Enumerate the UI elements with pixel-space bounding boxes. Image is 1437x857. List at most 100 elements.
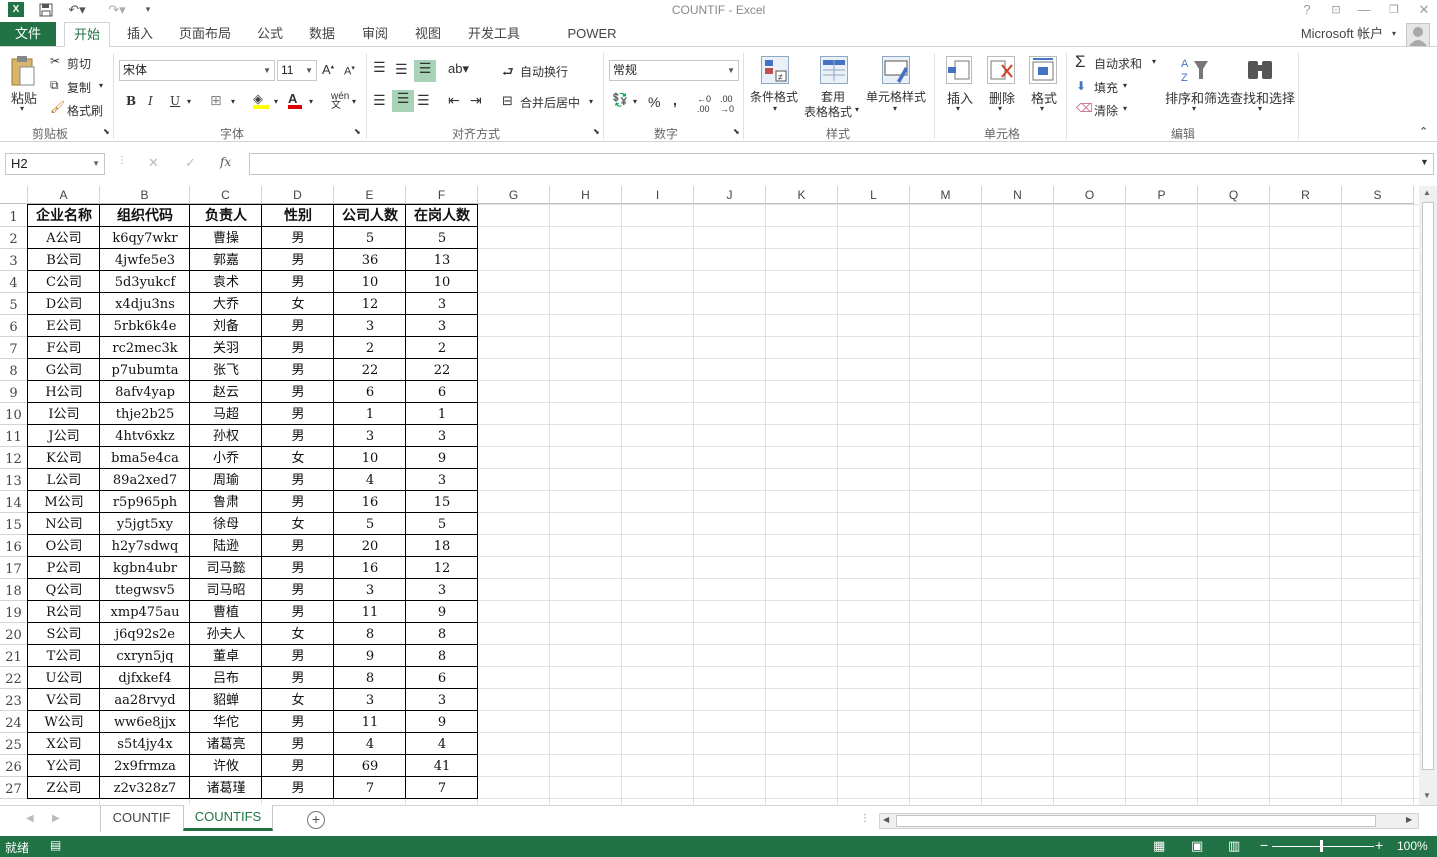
- border-icon[interactable]: ⊞: [210, 92, 222, 109]
- underline-dropdown-icon[interactable]: ▾: [187, 97, 191, 106]
- table-cell[interactable]: thje2b25: [100, 403, 190, 425]
- decrease-decimal-icon[interactable]: .00 →0: [720, 94, 734, 114]
- grow-font-icon[interactable]: A▴: [322, 62, 334, 77]
- row-header[interactable]: 20: [0, 623, 28, 645]
- find-select-icon[interactable]: [1245, 55, 1275, 85]
- autosum-dropdown-icon[interactable]: ▾: [1152, 57, 1156, 66]
- underline-button[interactable]: U: [170, 94, 180, 108]
- table-cell[interactable]: 张飞: [190, 359, 262, 381]
- font-color-icon[interactable]: A: [288, 91, 302, 109]
- horizontal-scrollbar[interactable]: ◀ ▶: [879, 813, 1419, 829]
- table-cell[interactable]: 男: [262, 381, 334, 403]
- table-cell[interactable]: h2y7sdwq: [100, 535, 190, 557]
- table-cell[interactable]: 7: [334, 777, 406, 799]
- table-header-cell[interactable]: 负责人: [190, 205, 262, 227]
- next-sheet-icon[interactable]: ▶: [52, 813, 60, 824]
- column-header[interactable]: F: [406, 186, 478, 204]
- table-cell[interactable]: R公司: [28, 601, 100, 623]
- table-cell[interactable]: 4: [334, 469, 406, 491]
- table-cell[interactable]: 4jwfe5e3: [100, 249, 190, 271]
- clipboard-launcher-icon[interactable]: ⬊: [103, 127, 110, 136]
- table-cell[interactable]: 5d3yukcf: [100, 271, 190, 293]
- find-dropdown-icon[interactable]: ▾: [1258, 104, 1262, 113]
- table-cell[interactable]: 9: [406, 711, 478, 733]
- table-header-cell[interactable]: 性别: [262, 205, 334, 227]
- autosum-icon[interactable]: Σ: [1075, 52, 1086, 72]
- format-table-button-line2[interactable]: 表格格式: [804, 103, 852, 120]
- table-cell[interactable]: 男: [262, 227, 334, 249]
- conditional-format-icon[interactable]: ≠: [761, 56, 789, 84]
- row-header[interactable]: 6: [0, 315, 28, 337]
- currency-icon[interactable]: 💱: [612, 92, 628, 108]
- table-cell[interactable]: M公司: [28, 491, 100, 513]
- decrease-indent-icon[interactable]: ⇤: [448, 92, 460, 109]
- table-cell[interactable]: P公司: [28, 557, 100, 579]
- table-cell[interactable]: 男: [262, 425, 334, 447]
- zoom-slider[interactable]: [1272, 840, 1374, 852]
- table-cell[interactable]: 女: [262, 513, 334, 535]
- column-header[interactable]: S: [1342, 186, 1414, 204]
- align-bottom-icon[interactable]: ☰: [414, 60, 436, 82]
- macro-record-icon[interactable]: ▤: [50, 838, 61, 852]
- table-cell[interactable]: 5: [406, 227, 478, 249]
- tab-developer[interactable]: 开发工具: [466, 22, 522, 46]
- autosum-button[interactable]: 自动求和: [1094, 55, 1142, 72]
- table-cell[interactable]: ww6e8jjx: [100, 711, 190, 733]
- table-cell[interactable]: B公司: [28, 249, 100, 271]
- table-cell[interactable]: p7ubumta: [100, 359, 190, 381]
- table-cell[interactable]: 4: [406, 733, 478, 755]
- cell-styles-button[interactable]: 单元格样式: [866, 88, 926, 105]
- scroll-up-icon[interactable]: ▲: [1423, 188, 1431, 197]
- tab-formulas[interactable]: 公式: [254, 22, 286, 46]
- column-header[interactable]: P: [1126, 186, 1198, 204]
- table-cell[interactable]: 曹操: [190, 227, 262, 249]
- column-header[interactable]: D: [262, 186, 334, 204]
- help-button[interactable]: ?: [1300, 2, 1314, 17]
- select-all-corner[interactable]: [0, 186, 28, 204]
- column-header[interactable]: L: [838, 186, 910, 204]
- align-top-icon[interactable]: ☰: [373, 59, 386, 76]
- fill-dropdown-icon[interactable]: ▾: [1123, 81, 1127, 90]
- table-cell[interactable]: 7: [406, 777, 478, 799]
- table-cell[interactable]: 3: [406, 293, 478, 315]
- table-cell[interactable]: 小乔: [190, 447, 262, 469]
- table-cell[interactable]: cxryn5jq: [100, 645, 190, 667]
- table-header-cell[interactable]: 公司人数: [334, 205, 406, 227]
- table-header-cell[interactable]: 组织代码: [100, 205, 190, 227]
- align-left-icon[interactable]: ☰: [373, 92, 386, 109]
- clear-icon[interactable]: ⌫: [1076, 101, 1093, 115]
- fill-color-dropdown-icon[interactable]: ▾: [274, 97, 278, 106]
- percent-button[interactable]: %: [648, 94, 660, 110]
- table-cell[interactable]: 22: [334, 359, 406, 381]
- table-cell[interactable]: 女: [262, 623, 334, 645]
- table-cell[interactable]: 男: [262, 469, 334, 491]
- insert-dropdown-icon[interactable]: ▾: [956, 104, 960, 113]
- row-header[interactable]: 16: [0, 535, 28, 557]
- merge-center-button[interactable]: 合并后居中: [520, 94, 580, 111]
- table-cell[interactable]: 鲁肃: [190, 491, 262, 513]
- table-cell[interactable]: 司马昭: [190, 579, 262, 601]
- table-cell[interactable]: O公司: [28, 535, 100, 557]
- table-cell[interactable]: 2x9frmza: [100, 755, 190, 777]
- column-header[interactable]: N: [982, 186, 1054, 204]
- table-cell[interactable]: 男: [262, 667, 334, 689]
- row-header[interactable]: 27: [0, 777, 28, 799]
- table-cell[interactable]: 男: [262, 337, 334, 359]
- table-cell[interactable]: 诸葛亮: [190, 733, 262, 755]
- table-cell[interactable]: djfxkef4: [100, 667, 190, 689]
- copy-icon[interactable]: ⧉: [50, 78, 59, 93]
- table-cell[interactable]: G公司: [28, 359, 100, 381]
- format-table-icon[interactable]: [820, 56, 848, 84]
- format-cells-icon[interactable]: [1029, 56, 1057, 84]
- table-cell[interactable]: 关羽: [190, 337, 262, 359]
- table-cell[interactable]: 女: [262, 689, 334, 711]
- column-header[interactable]: E: [334, 186, 406, 204]
- row-header[interactable]: 3: [0, 249, 28, 271]
- vertical-scrollbar[interactable]: ▲ ▼: [1419, 186, 1437, 805]
- orientation-icon[interactable]: ab▾: [448, 61, 469, 77]
- table-cell[interactable]: 5rbk6k4e: [100, 315, 190, 337]
- table-cell[interactable]: K公司: [28, 447, 100, 469]
- insert-cells-icon[interactable]: [946, 56, 972, 84]
- table-cell[interactable]: 5: [334, 227, 406, 249]
- table-cell[interactable]: 9: [406, 447, 478, 469]
